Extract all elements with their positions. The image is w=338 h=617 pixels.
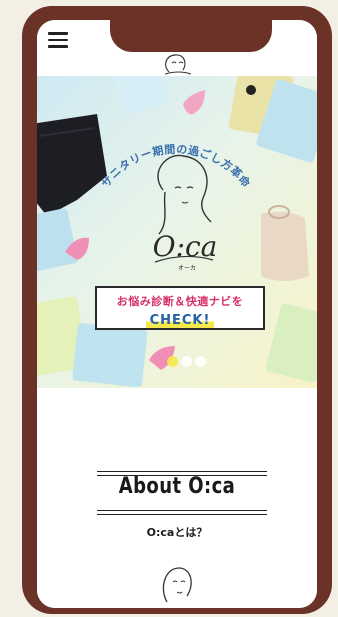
carousel-dots [167,352,209,367]
phone-screen: サニタリー期間の過ごし方革命 O:ca オーカ お悩み診断＆快適ナビを CHEC… [37,20,317,608]
carousel-dot-2[interactable] [181,356,192,367]
about-rule-bottom-1 [97,510,267,511]
phone-frame: サニタリー期間の過ごし方革命 O:ca オーカ お悩み診断＆快適ナビを CHEC… [22,6,332,614]
woman-illustration-icon [162,567,192,603]
about-rule-top-1 [97,471,267,472]
about-section: About O:ca O:caとは？ [37,388,317,608]
hero-carousel[interactable]: サニタリー期間の過ごし方革命 O:ca オーカ お悩み診断＆快適ナビを CHEC… [37,76,317,388]
hero-arc-text: サニタリー期間の過ごし方革命 [99,143,254,191]
banner-check-text: CHECK! [145,313,215,328]
hero-logo-text: O:ca [153,230,218,263]
about-subtitle: O:caとは？ [146,526,208,539]
check-banner[interactable]: お悩み診断＆快適ナビを CHECK! [95,286,265,330]
hamburger-menu-icon[interactable] [48,32,68,48]
carousel-dot-1[interactable] [167,356,178,367]
phone-notch [110,20,272,52]
about-rule-bottom-2 [97,514,267,515]
hero-logo-small: オーカ [178,265,196,272]
about-title: About O:ca [118,474,236,499]
banner-line1: お悩み診断＆快適ナビを [116,295,244,308]
carousel-dot-3[interactable] [195,356,206,367]
hero-title-layer: サニタリー期間の過ごし方革命 O:ca オーカ [99,143,254,272]
oca-logo-icon[interactable] [155,50,201,76]
